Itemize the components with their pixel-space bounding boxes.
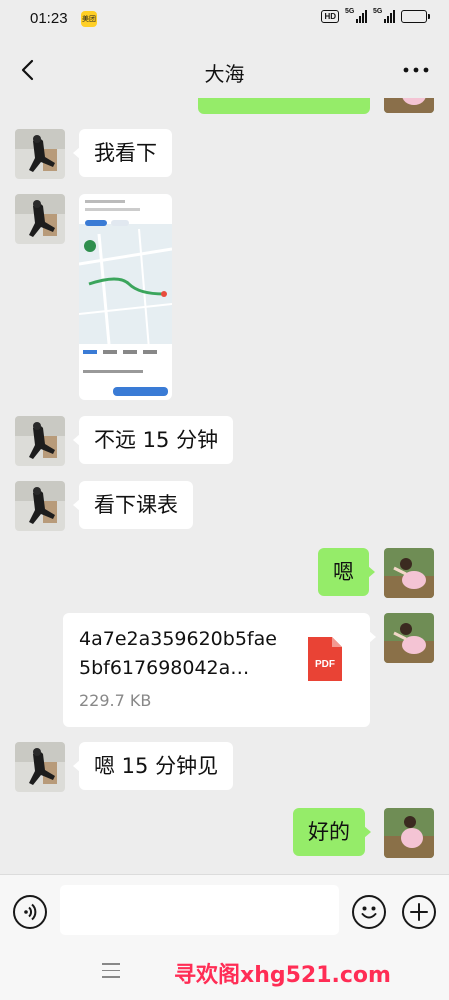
- signal-label: 5G: [373, 8, 383, 15]
- signal-icon: 5G: [373, 8, 395, 23]
- contact-avatar[interactable]: [15, 416, 65, 466]
- status-bar: 01:23 美团 HD 5G 5G: [0, 0, 449, 38]
- system-navigation-bar: 寻欢阁xhg521.com: [0, 946, 449, 1000]
- chat-title: 大海: [204, 62, 245, 86]
- more-dots-icon[interactable]: [401, 58, 431, 82]
- pdf-label: PDF: [315, 659, 335, 670]
- menu-icon[interactable]: [102, 963, 120, 979]
- status-time: 01:23: [30, 10, 68, 27]
- message-bubble-partial[interactable]: [198, 98, 370, 114]
- my-avatar[interactable]: [384, 808, 434, 858]
- map-thumbnail: [79, 194, 172, 400]
- message-list[interactable]: 我看下 不远 15 分钟 看下课表 嗯 4a7e2a359620b5fae5bf…: [0, 98, 449, 874]
- my-avatar[interactable]: [384, 98, 434, 113]
- contact-avatar[interactable]: [15, 481, 65, 531]
- my-avatar[interactable]: [384, 548, 434, 598]
- file-size: 229.7 KB: [79, 691, 152, 710]
- message-bubble[interactable]: 不远 15 分钟: [72, 416, 234, 464]
- contact-avatar[interactable]: [15, 194, 65, 244]
- voice-icon[interactable]: [13, 895, 47, 929]
- file-name: 4a7e2a359620b5fae5bf617698042a…: [79, 628, 277, 679]
- watermark-text: 寻欢阁xhg521.com: [174, 963, 391, 988]
- hd-icon: HD: [321, 10, 339, 23]
- meituan-app-icon: 美团: [81, 11, 97, 27]
- message-bubble[interactable]: 看下课表: [73, 481, 193, 529]
- message-text-input[interactable]: [60, 885, 339, 935]
- battery-icon: [401, 10, 430, 23]
- my-avatar[interactable]: [384, 613, 434, 663]
- message-bubble[interactable]: 好的: [293, 808, 371, 856]
- pdf-file-icon: PDF: [308, 637, 342, 681]
- status-indicators: HD 5G 5G: [321, 8, 430, 23]
- contact-avatar[interactable]: [15, 129, 65, 179]
- message-bubble[interactable]: 嗯: [318, 548, 375, 596]
- chat-header: 大海: [0, 44, 449, 98]
- map-image-message[interactable]: [79, 194, 172, 400]
- contact-avatar[interactable]: [15, 742, 65, 792]
- plus-icon[interactable]: [402, 895, 436, 929]
- signal-label: 5G: [345, 8, 355, 15]
- message-bubble[interactable]: 嗯 15 分钟见: [72, 742, 234, 790]
- message-input-bar: [0, 874, 449, 946]
- file-message-card[interactable]: 4a7e2a359620b5fae5bf617698042a… 229.7 KB…: [63, 613, 376, 727]
- signal-icon: 5G: [345, 8, 367, 23]
- emoji-icon[interactable]: [352, 895, 386, 929]
- message-bubble[interactable]: 我看下: [73, 129, 172, 177]
